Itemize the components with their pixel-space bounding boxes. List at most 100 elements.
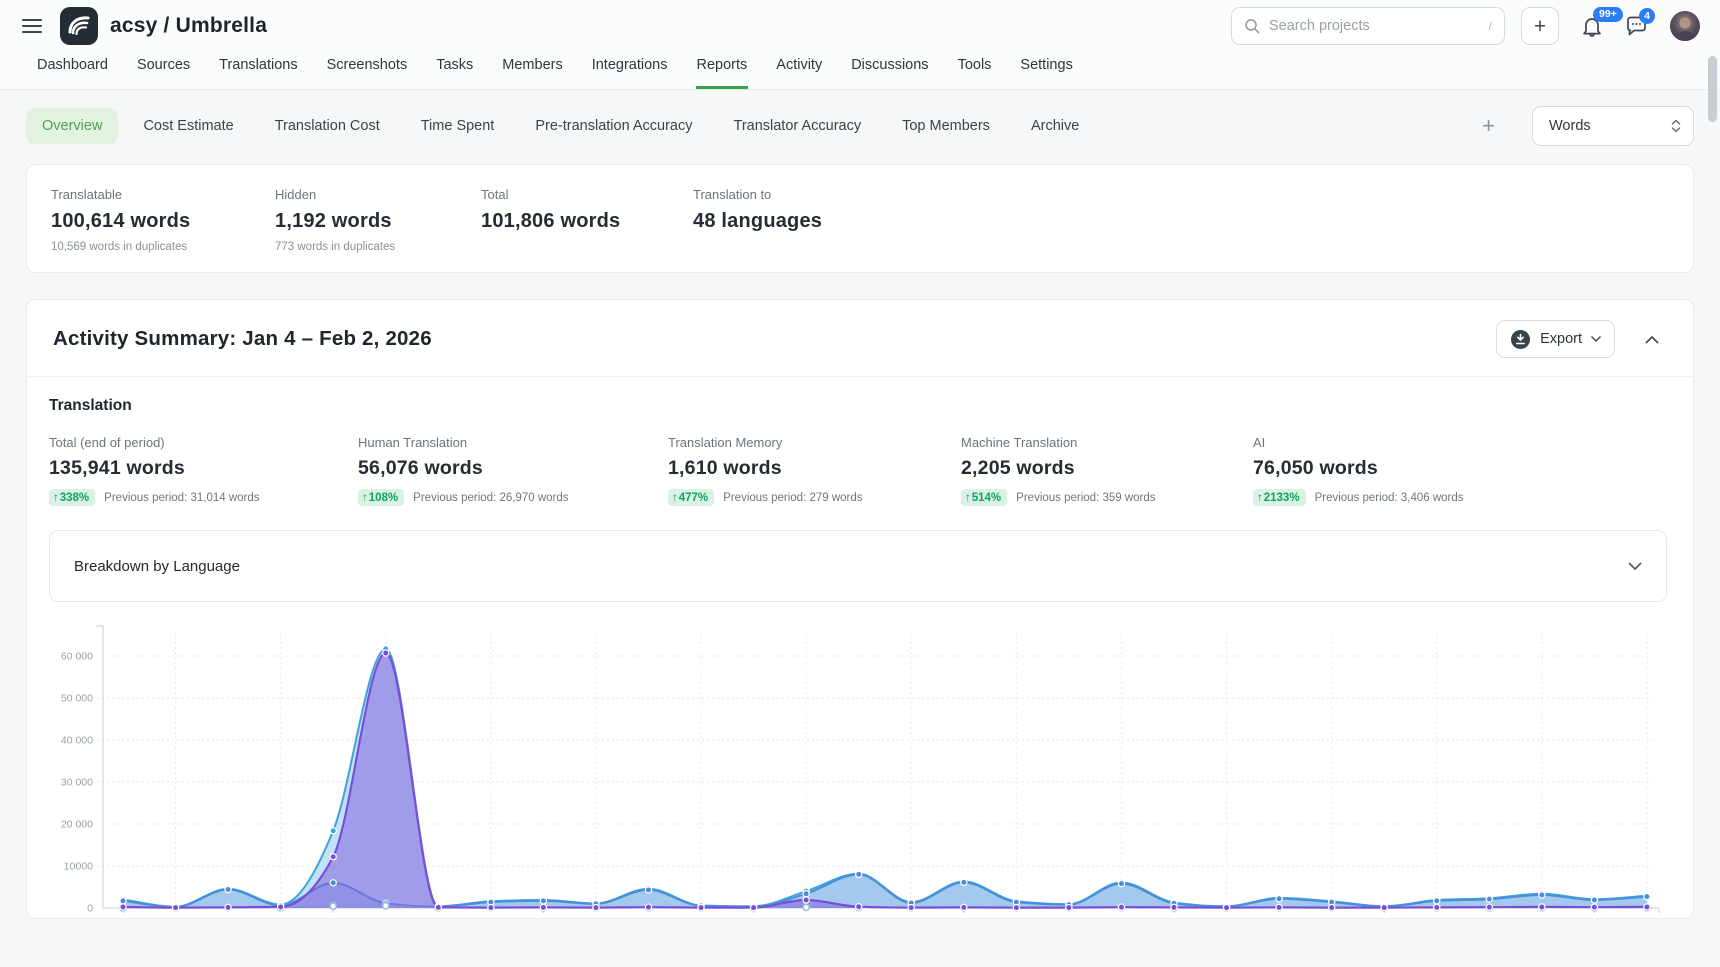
create-project-button[interactable]: + xyxy=(1521,7,1559,45)
data-point[interactable] xyxy=(1171,904,1177,910)
data-point[interactable] xyxy=(698,904,704,910)
data-point[interactable] xyxy=(856,904,862,910)
nav-item-members[interactable]: Members xyxy=(501,52,563,89)
breakdown-by-language-row[interactable]: Breakdown by Language xyxy=(49,530,1667,602)
data-point[interactable] xyxy=(1276,904,1282,910)
data-point[interactable] xyxy=(383,650,389,656)
nav-item-sources[interactable]: Sources xyxy=(136,52,191,89)
previous-period-text: Previous period: 31,014 words xyxy=(104,492,259,504)
hamburger-menu-icon[interactable] xyxy=(22,19,42,33)
data-point[interactable] xyxy=(908,904,914,910)
tab-pre-translation-accuracy[interactable]: Pre-translation Accuracy xyxy=(519,108,708,144)
collapse-section-button[interactable] xyxy=(1645,335,1659,344)
y-axis-label: 0 xyxy=(87,903,93,915)
nav-item-tasks[interactable]: Tasks xyxy=(435,52,474,89)
data-point[interactable] xyxy=(1329,904,1335,910)
data-point[interactable] xyxy=(225,886,231,892)
tab-cost-estimate[interactable]: Cost Estimate xyxy=(127,108,249,144)
nav-item-reports[interactable]: Reports xyxy=(696,52,749,89)
nav-item-screenshots[interactable]: Screenshots xyxy=(326,52,409,89)
tab-translation-cost[interactable]: Translation Cost xyxy=(259,108,396,144)
nav-item-settings[interactable]: Settings xyxy=(1019,52,1073,89)
data-point[interactable] xyxy=(278,904,284,910)
tab-translator-accuracy[interactable]: Translator Accuracy xyxy=(718,108,878,144)
nav-item-integrations[interactable]: Integrations xyxy=(591,52,669,89)
data-point[interactable] xyxy=(1486,904,1492,910)
tab-archive[interactable]: Archive xyxy=(1015,108,1095,144)
messages-button[interactable]: 4 xyxy=(1625,15,1648,37)
project-logo[interactable] xyxy=(60,7,98,45)
data-point[interactable] xyxy=(961,879,967,885)
notifications-button[interactable]: 99+ xyxy=(1581,15,1603,38)
data-point[interactable] xyxy=(435,904,441,910)
data-point[interactable] xyxy=(1118,904,1124,910)
data-point[interactable] xyxy=(1223,904,1229,910)
data-point[interactable] xyxy=(1486,896,1492,902)
data-point[interactable] xyxy=(1013,904,1019,910)
activity-chart[interactable]: 01000020 00030 00040 00050 00060 0004 Ja… xyxy=(27,602,1693,919)
stat-label: Translation to xyxy=(693,187,1667,202)
data-point[interactable] xyxy=(803,904,809,910)
data-point[interactable] xyxy=(1434,904,1440,910)
data-point[interactable] xyxy=(593,904,599,910)
tab-top-members[interactable]: Top Members xyxy=(886,108,1006,144)
data-point[interactable] xyxy=(540,904,546,910)
data-point[interactable] xyxy=(330,828,336,834)
data-point[interactable] xyxy=(1434,898,1440,904)
y-axis-label: 40 000 xyxy=(61,735,93,747)
data-point[interactable] xyxy=(1591,904,1597,910)
data-point[interactable] xyxy=(225,904,231,910)
data-point[interactable] xyxy=(1644,894,1650,900)
data-point[interactable] xyxy=(1118,881,1124,887)
nav-item-tools[interactable]: Tools xyxy=(957,52,993,89)
data-point[interactable] xyxy=(803,897,809,903)
nav-item-discussions[interactable]: Discussions xyxy=(850,52,929,89)
export-button[interactable]: Export xyxy=(1496,320,1615,358)
data-point[interactable] xyxy=(1644,904,1650,910)
unit-selector-dropdown[interactable]: Words xyxy=(1532,106,1694,146)
data-point[interactable] xyxy=(330,903,336,909)
user-avatar[interactable] xyxy=(1670,11,1700,41)
metric-machine-translation: Machine Translation2,205 words↑514%Previ… xyxy=(961,435,1253,506)
data-point[interactable] xyxy=(1381,904,1387,910)
data-point[interactable] xyxy=(330,854,336,860)
avatar-silhouette xyxy=(1670,11,1700,41)
data-point[interactable] xyxy=(488,904,494,910)
nav-item-translations[interactable]: Translations xyxy=(218,52,298,89)
metric-translation-memory: Translation Memory1,610 words↑477%Previo… xyxy=(668,435,961,506)
data-point[interactable] xyxy=(172,904,178,910)
y-axis-label: 10000 xyxy=(64,861,93,873)
add-report-tab-button[interactable]: + xyxy=(1472,115,1505,137)
tab-time-spent[interactable]: Time Spent xyxy=(405,108,511,144)
data-point[interactable] xyxy=(645,887,651,893)
data-point[interactable] xyxy=(540,898,546,904)
stat-card-total: Total101,806 words xyxy=(481,187,693,254)
data-point[interactable] xyxy=(751,904,757,910)
data-point[interactable] xyxy=(1276,896,1282,902)
search-icon xyxy=(1244,18,1260,34)
search-input[interactable] xyxy=(1269,18,1480,34)
nav-item-dashboard[interactable]: Dashboard xyxy=(36,52,109,89)
data-point[interactable] xyxy=(1539,892,1545,898)
data-point[interactable] xyxy=(1066,904,1072,910)
data-point[interactable] xyxy=(645,904,651,910)
translation-metrics: Total (end of period)135,941 words↑338%P… xyxy=(49,435,1667,506)
data-point[interactable] xyxy=(383,903,389,909)
data-point[interactable] xyxy=(856,871,862,877)
nav-item-activity[interactable]: Activity xyxy=(775,52,823,89)
data-point[interactable] xyxy=(961,904,967,910)
report-tabs: OverviewCost Estimate Translation CostTim… xyxy=(26,104,1694,148)
tab-overview[interactable]: Overview xyxy=(26,108,118,144)
metric-meta: ↑2133%Previous period: 3,406 words xyxy=(1253,489,1667,506)
data-point[interactable] xyxy=(120,904,126,910)
data-point[interactable] xyxy=(1591,897,1597,903)
data-point[interactable] xyxy=(1539,904,1545,910)
data-point[interactable] xyxy=(120,898,126,904)
metric-label: Machine Translation xyxy=(961,435,1253,450)
data-point[interactable] xyxy=(803,891,809,897)
search-projects-box[interactable]: / xyxy=(1231,7,1505,45)
data-point[interactable] xyxy=(330,880,336,886)
metric-meta: ↑108%Previous period: 26,970 words xyxy=(358,489,668,506)
vertical-scrollbar[interactable] xyxy=(1708,56,1717,122)
activity-chart-svg[interactable]: 01000020 00030 00040 00050 00060 0004 Ja… xyxy=(49,618,1663,919)
